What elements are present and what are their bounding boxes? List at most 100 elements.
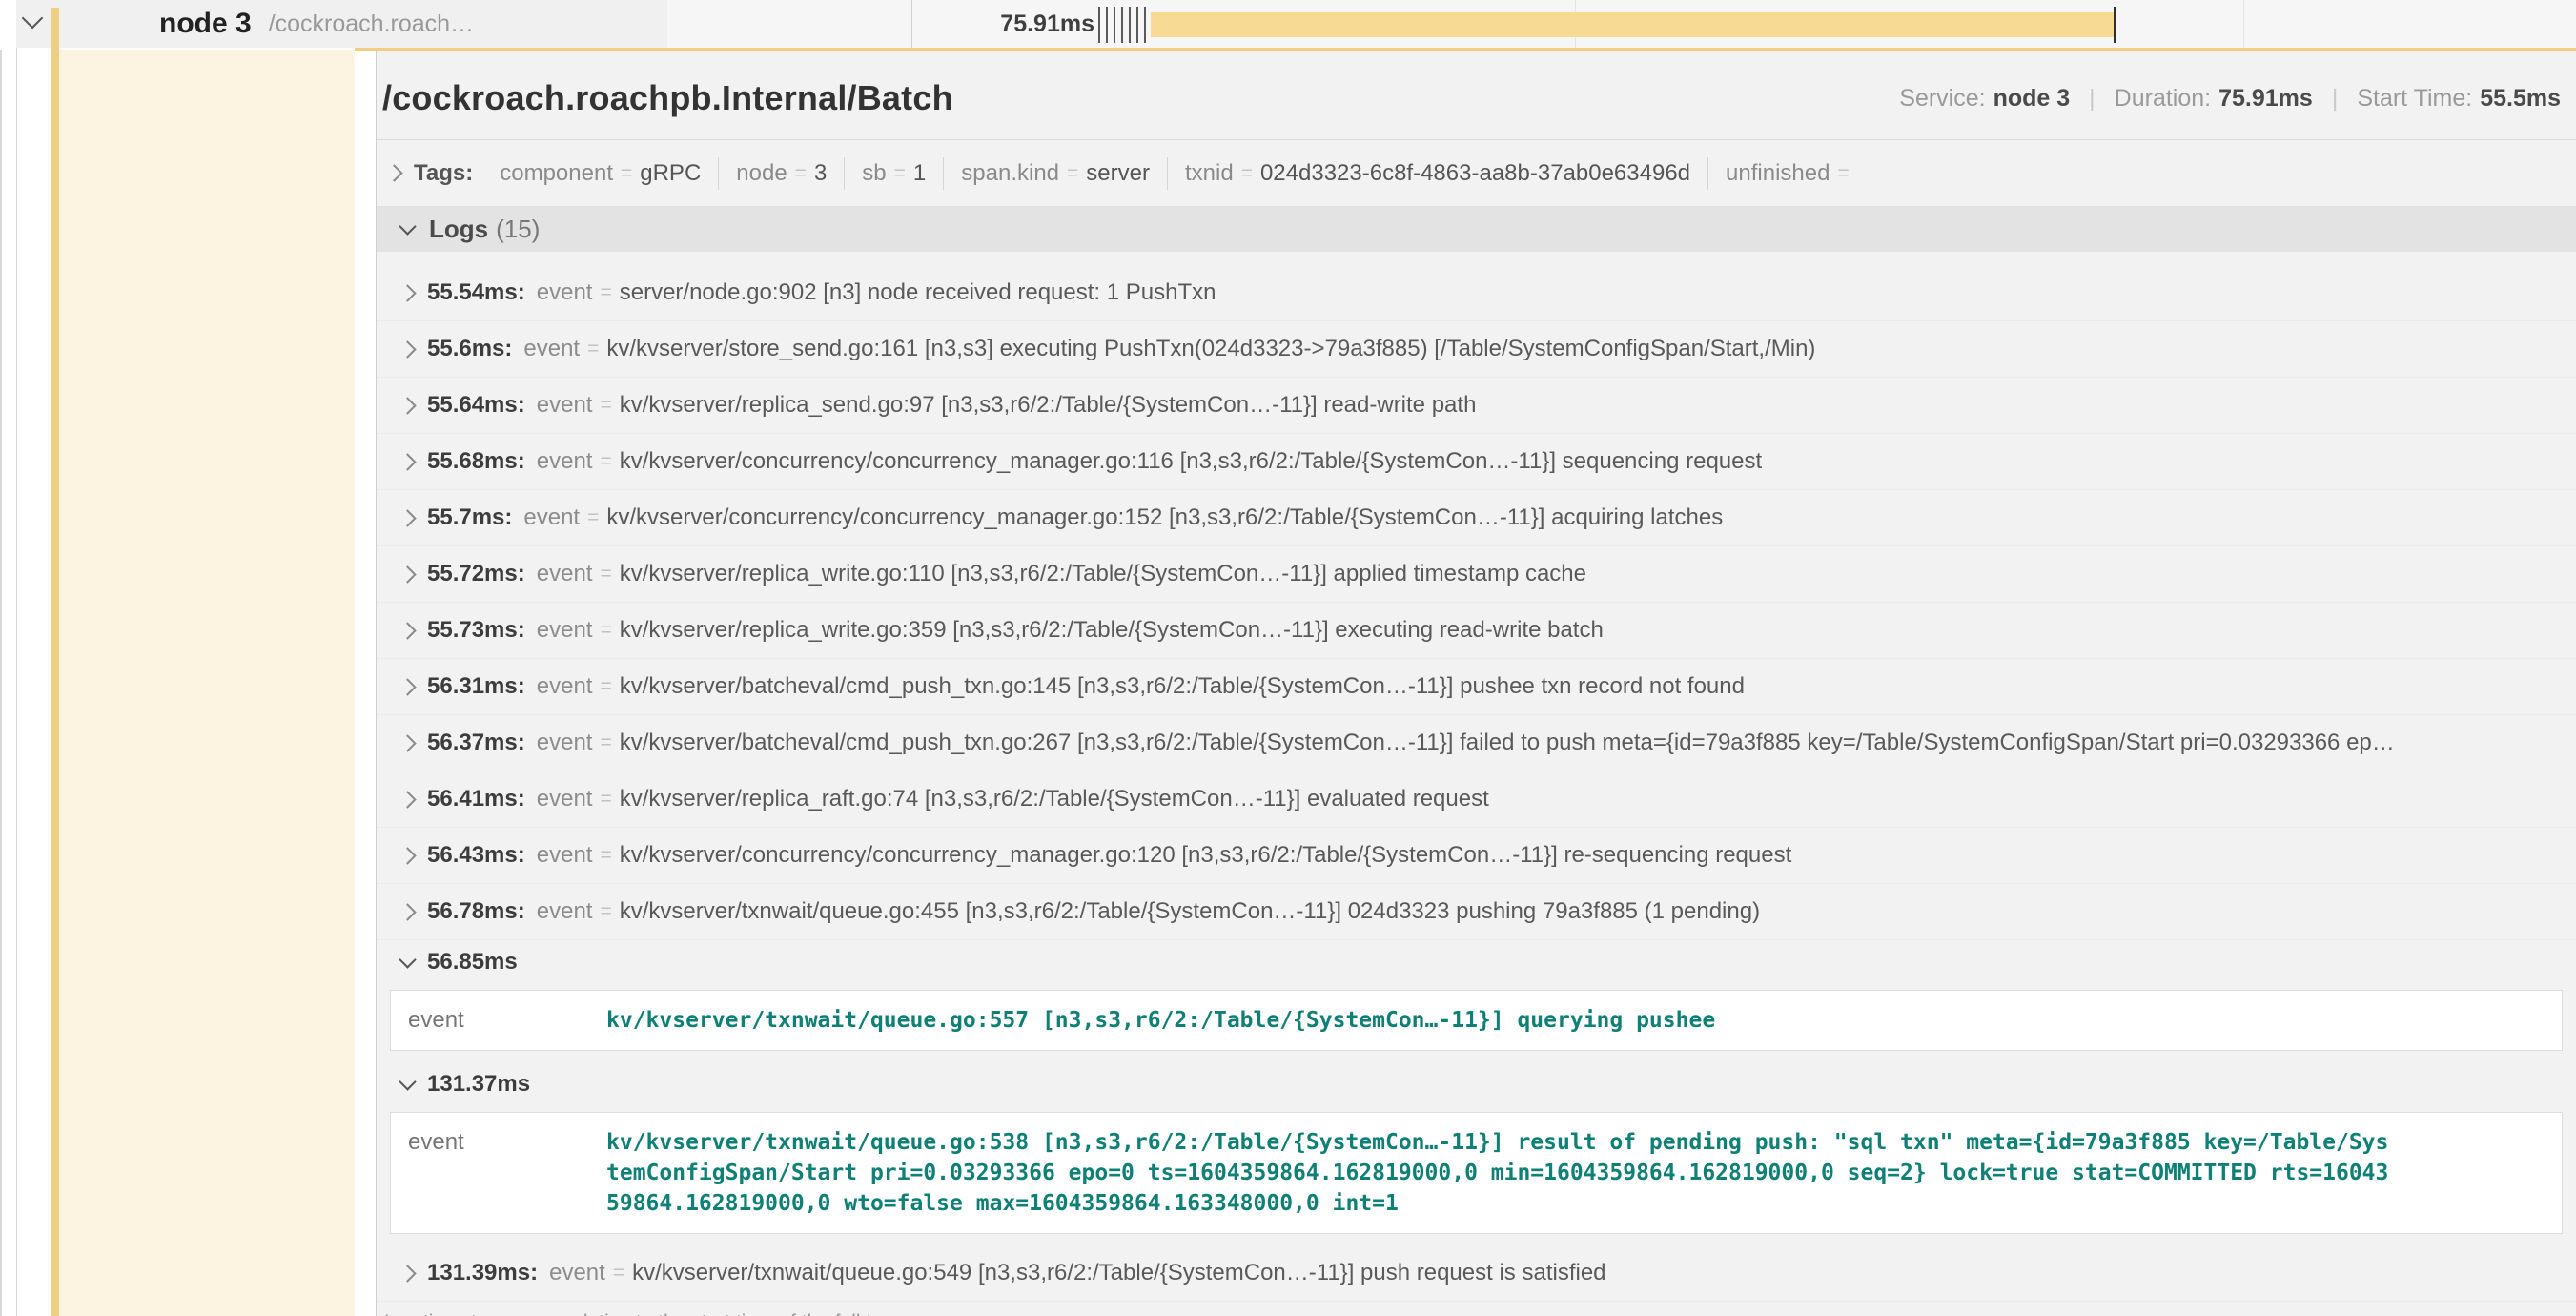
log-row[interactable]: 55.7ms:event=kv/kvserver/concurrency/con… xyxy=(377,490,2576,546)
log-equals: = xyxy=(600,900,611,923)
log-field-name: event xyxy=(537,786,593,812)
chevron-right-icon xyxy=(399,397,416,414)
chevron-right-icon xyxy=(399,284,416,301)
log-message: kv/kvserver/concurrency/concurrency_mana… xyxy=(620,448,1762,475)
tag-key: txnid xyxy=(1185,160,1234,187)
tag-key: span.kind xyxy=(961,160,1059,187)
log-message: kv/kvserver/txnwait/queue.go:455 [n3,s3,… xyxy=(620,898,1760,925)
log-timestamp: 55.68ms: xyxy=(427,448,525,475)
log-timestamp: 56.41ms: xyxy=(427,786,525,812)
log-field-name: event xyxy=(537,561,593,587)
tag-equals: = xyxy=(621,162,632,185)
log-field-name: event xyxy=(537,617,593,644)
log-message: kv/kvserver/batcheval/cmd_push_txn.go:26… xyxy=(620,730,2395,756)
log-equals: = xyxy=(600,281,611,304)
tags-accordion-toggle[interactable]: Tags: component = gRPC node = 3 sb = 1 span.kind =… xyxy=(377,140,2576,206)
log-row[interactable]: 131.39ms:event=kv/kvserver/txnwait/queue… xyxy=(377,1245,2576,1302)
chevron-right-icon xyxy=(399,734,416,751)
log-message: kv/kvserver/replica_raft.go:74 [n3,s3,r6… xyxy=(620,786,1489,812)
log-field-name: event xyxy=(537,448,593,475)
log-field-name: event xyxy=(523,504,580,531)
log-field-name: event xyxy=(537,730,593,756)
log-row[interactable]: 55.54ms:event=server/node.go:902 [n3] no… xyxy=(377,265,2576,321)
chevron-down-icon xyxy=(399,951,416,968)
log-row[interactable]: 55.73ms:event=kv/kvserver/replica_write.… xyxy=(377,603,2576,659)
log-detail-card: eventkv/kvserver/txnwait/queue.go:557 [n… xyxy=(390,990,2563,1051)
chevron-right-icon xyxy=(399,622,416,639)
start-time-value: 55.5ms xyxy=(2480,85,2561,113)
log-timestamp: 56.85ms xyxy=(427,949,518,976)
log-field-value: kv/kvserver/txnwait/queue.go:557 [n3,s3,… xyxy=(606,1005,1715,1036)
tag-value: 3 xyxy=(814,160,827,187)
log-field-name: event xyxy=(537,673,593,700)
tags-label: Tags: xyxy=(414,160,473,187)
tag-key: component xyxy=(500,160,613,187)
left-scrollbar-track[interactable] xyxy=(0,50,2,1316)
log-row-expanded-header[interactable]: 131.37ms xyxy=(377,1062,2576,1106)
collapsed-children-ticks xyxy=(1098,7,1146,43)
log-timestamp: 55.73ms: xyxy=(427,617,525,644)
log-equals: = xyxy=(600,844,611,867)
log-row[interactable]: 55.64ms:event=kv/kvserver/replica_send.g… xyxy=(377,378,2576,434)
log-row[interactable]: 56.43ms:event=kv/kvserver/concurrency/co… xyxy=(377,828,2576,884)
tag-value: 1 xyxy=(913,160,926,187)
log-message: kv/kvserver/batcheval/cmd_push_txn.go:14… xyxy=(620,673,1745,700)
logs-title: Logs xyxy=(429,215,488,244)
duration-label: Duration: xyxy=(2115,85,2211,113)
tag-item: component = gRPC xyxy=(482,157,718,190)
log-detail-card: eventkv/kvserver/txnwait/queue.go:538 [n… xyxy=(390,1112,2563,1234)
span-detail-indent-column xyxy=(59,50,355,1316)
log-equals: = xyxy=(600,450,611,473)
log-field-name: event xyxy=(537,898,593,925)
log-row-expanded-header[interactable]: 56.85ms xyxy=(377,940,2576,984)
chevron-down-icon xyxy=(399,217,416,235)
start-time-label: Start Time: xyxy=(2357,85,2472,113)
span-operation-name: /cockroach.roach… xyxy=(269,10,474,38)
log-field-name: event xyxy=(523,336,580,362)
chevron-right-icon xyxy=(399,340,416,358)
log-message: kv/kvserver/concurrency/concurrency_mana… xyxy=(620,842,1792,869)
chevron-right-icon xyxy=(399,453,416,470)
log-row[interactable]: 55.68ms: event = kv/kvserver/concurrency/co… xyxy=(377,434,2576,490)
tag-equals: = xyxy=(1067,162,1078,185)
log-row[interactable]: 56.31ms:event=kv/kvserver/batcheval/cmd_… xyxy=(377,659,2576,715)
tag-item: txnid = 024d3323-6c8f-4863-aa8b-37ab0e6349… xyxy=(1167,157,1707,190)
chevron-right-icon xyxy=(399,509,416,526)
span-detail-panel: /cockroach.roachpb.Internal/Batch Servic… xyxy=(376,51,2576,1316)
log-message: kv/kvserver/concurrency/concurrency_mana… xyxy=(606,504,1723,531)
tag-key: sb xyxy=(862,160,886,187)
duration-value: 75.91ms xyxy=(2218,85,2313,113)
chevron-right-icon xyxy=(399,847,416,864)
name-column-divider[interactable] xyxy=(911,0,912,48)
log-timestamp: 56.43ms: xyxy=(427,842,525,869)
chevron-right-icon xyxy=(399,791,416,808)
tag-list: component = gRPC node = 3 sb = 1 span.kind = server… xyxy=(482,157,1873,190)
log-row[interactable]: 56.78ms:event=kv/kvserver/txnwait/queue.… xyxy=(377,884,2576,940)
log-equals: = xyxy=(587,338,599,360)
tag-value: gRPC xyxy=(640,160,701,187)
span-timeline-bar[interactable] xyxy=(1151,12,2116,37)
log-field-name: event xyxy=(408,1127,606,1219)
tag-key: node xyxy=(736,160,787,187)
log-row[interactable]: 56.37ms:event=kv/kvserver/batcheval/cmd_… xyxy=(377,715,2576,771)
service-value: node 3 xyxy=(1993,85,2071,113)
log-field-name: event xyxy=(408,1005,606,1036)
log-row[interactable]: 56.41ms:event=kv/kvserver/replica_raft.g… xyxy=(377,771,2576,828)
trace-span-row[interactable]: node 3 /cockroach.roach… 75.91ms xyxy=(0,0,2576,48)
tag-equals: = xyxy=(1241,162,1253,185)
log-message: kv/kvserver/store_send.go:161 [n3,s3] ex… xyxy=(606,336,1815,362)
span-name-wrap[interactable]: node 3 /cockroach.roach… xyxy=(159,0,474,48)
log-row[interactable]: 55.6ms:event=kv/kvserver/store_send.go:1… xyxy=(377,321,2576,378)
log-field-name: event xyxy=(537,392,593,419)
tag-value: server xyxy=(1086,160,1150,187)
log-equals: = xyxy=(600,394,611,417)
logs-accordion-toggle[interactable]: Logs (15) xyxy=(377,206,2576,252)
gutter-divider xyxy=(16,0,17,1316)
log-timestamp: 131.39ms: xyxy=(427,1260,538,1286)
tag-value: 024d3323-6c8f-4863-aa8b-37ab0e63496d xyxy=(1260,160,1690,187)
log-message: kv/kvserver/replica_write.go:110 [n3,s3,… xyxy=(620,561,1586,587)
chevron-right-icon xyxy=(399,678,416,695)
chevron-right-icon xyxy=(399,565,416,583)
log-equals: = xyxy=(613,1262,624,1285)
log-row[interactable]: 55.72ms:event=kv/kvserver/replica_write.… xyxy=(377,546,2576,603)
